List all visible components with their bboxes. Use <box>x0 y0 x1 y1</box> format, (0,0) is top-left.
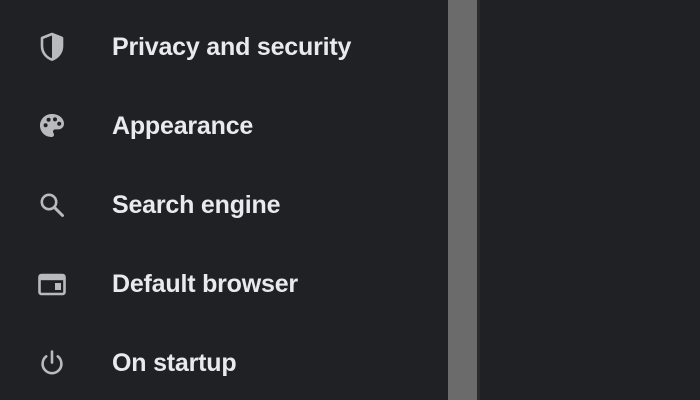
sidebar-item-on-startup[interactable]: On startup <box>0 333 448 393</box>
sidebar-item-search-engine[interactable]: Search engine <box>0 175 448 235</box>
sidebar-item-label: Search engine <box>112 190 281 219</box>
settings-sidebar: Privacy and security Appearance Search e… <box>0 0 448 400</box>
sidebar-item-label: On startup <box>112 348 237 377</box>
sidebar-item-privacy-and-security[interactable]: Privacy and security <box>0 17 448 77</box>
sidebar-item-label: Privacy and security <box>112 32 352 61</box>
sidebar-item-label: Appearance <box>112 111 254 140</box>
search-icon <box>36 189 68 221</box>
sidebar-scrollbar[interactable] <box>448 0 477 400</box>
sidebar-item-label: Default browser <box>112 269 298 298</box>
settings-content-area <box>480 0 700 400</box>
sidebar-item-default-browser[interactable]: Default browser <box>0 254 448 314</box>
palette-icon <box>36 110 68 142</box>
power-icon <box>36 347 68 379</box>
shield-icon <box>36 31 68 63</box>
sidebar-item-appearance[interactable]: Appearance <box>0 96 448 156</box>
browser-window-icon <box>36 268 68 300</box>
settings-window: Privacy and security Appearance Search e… <box>0 0 700 400</box>
